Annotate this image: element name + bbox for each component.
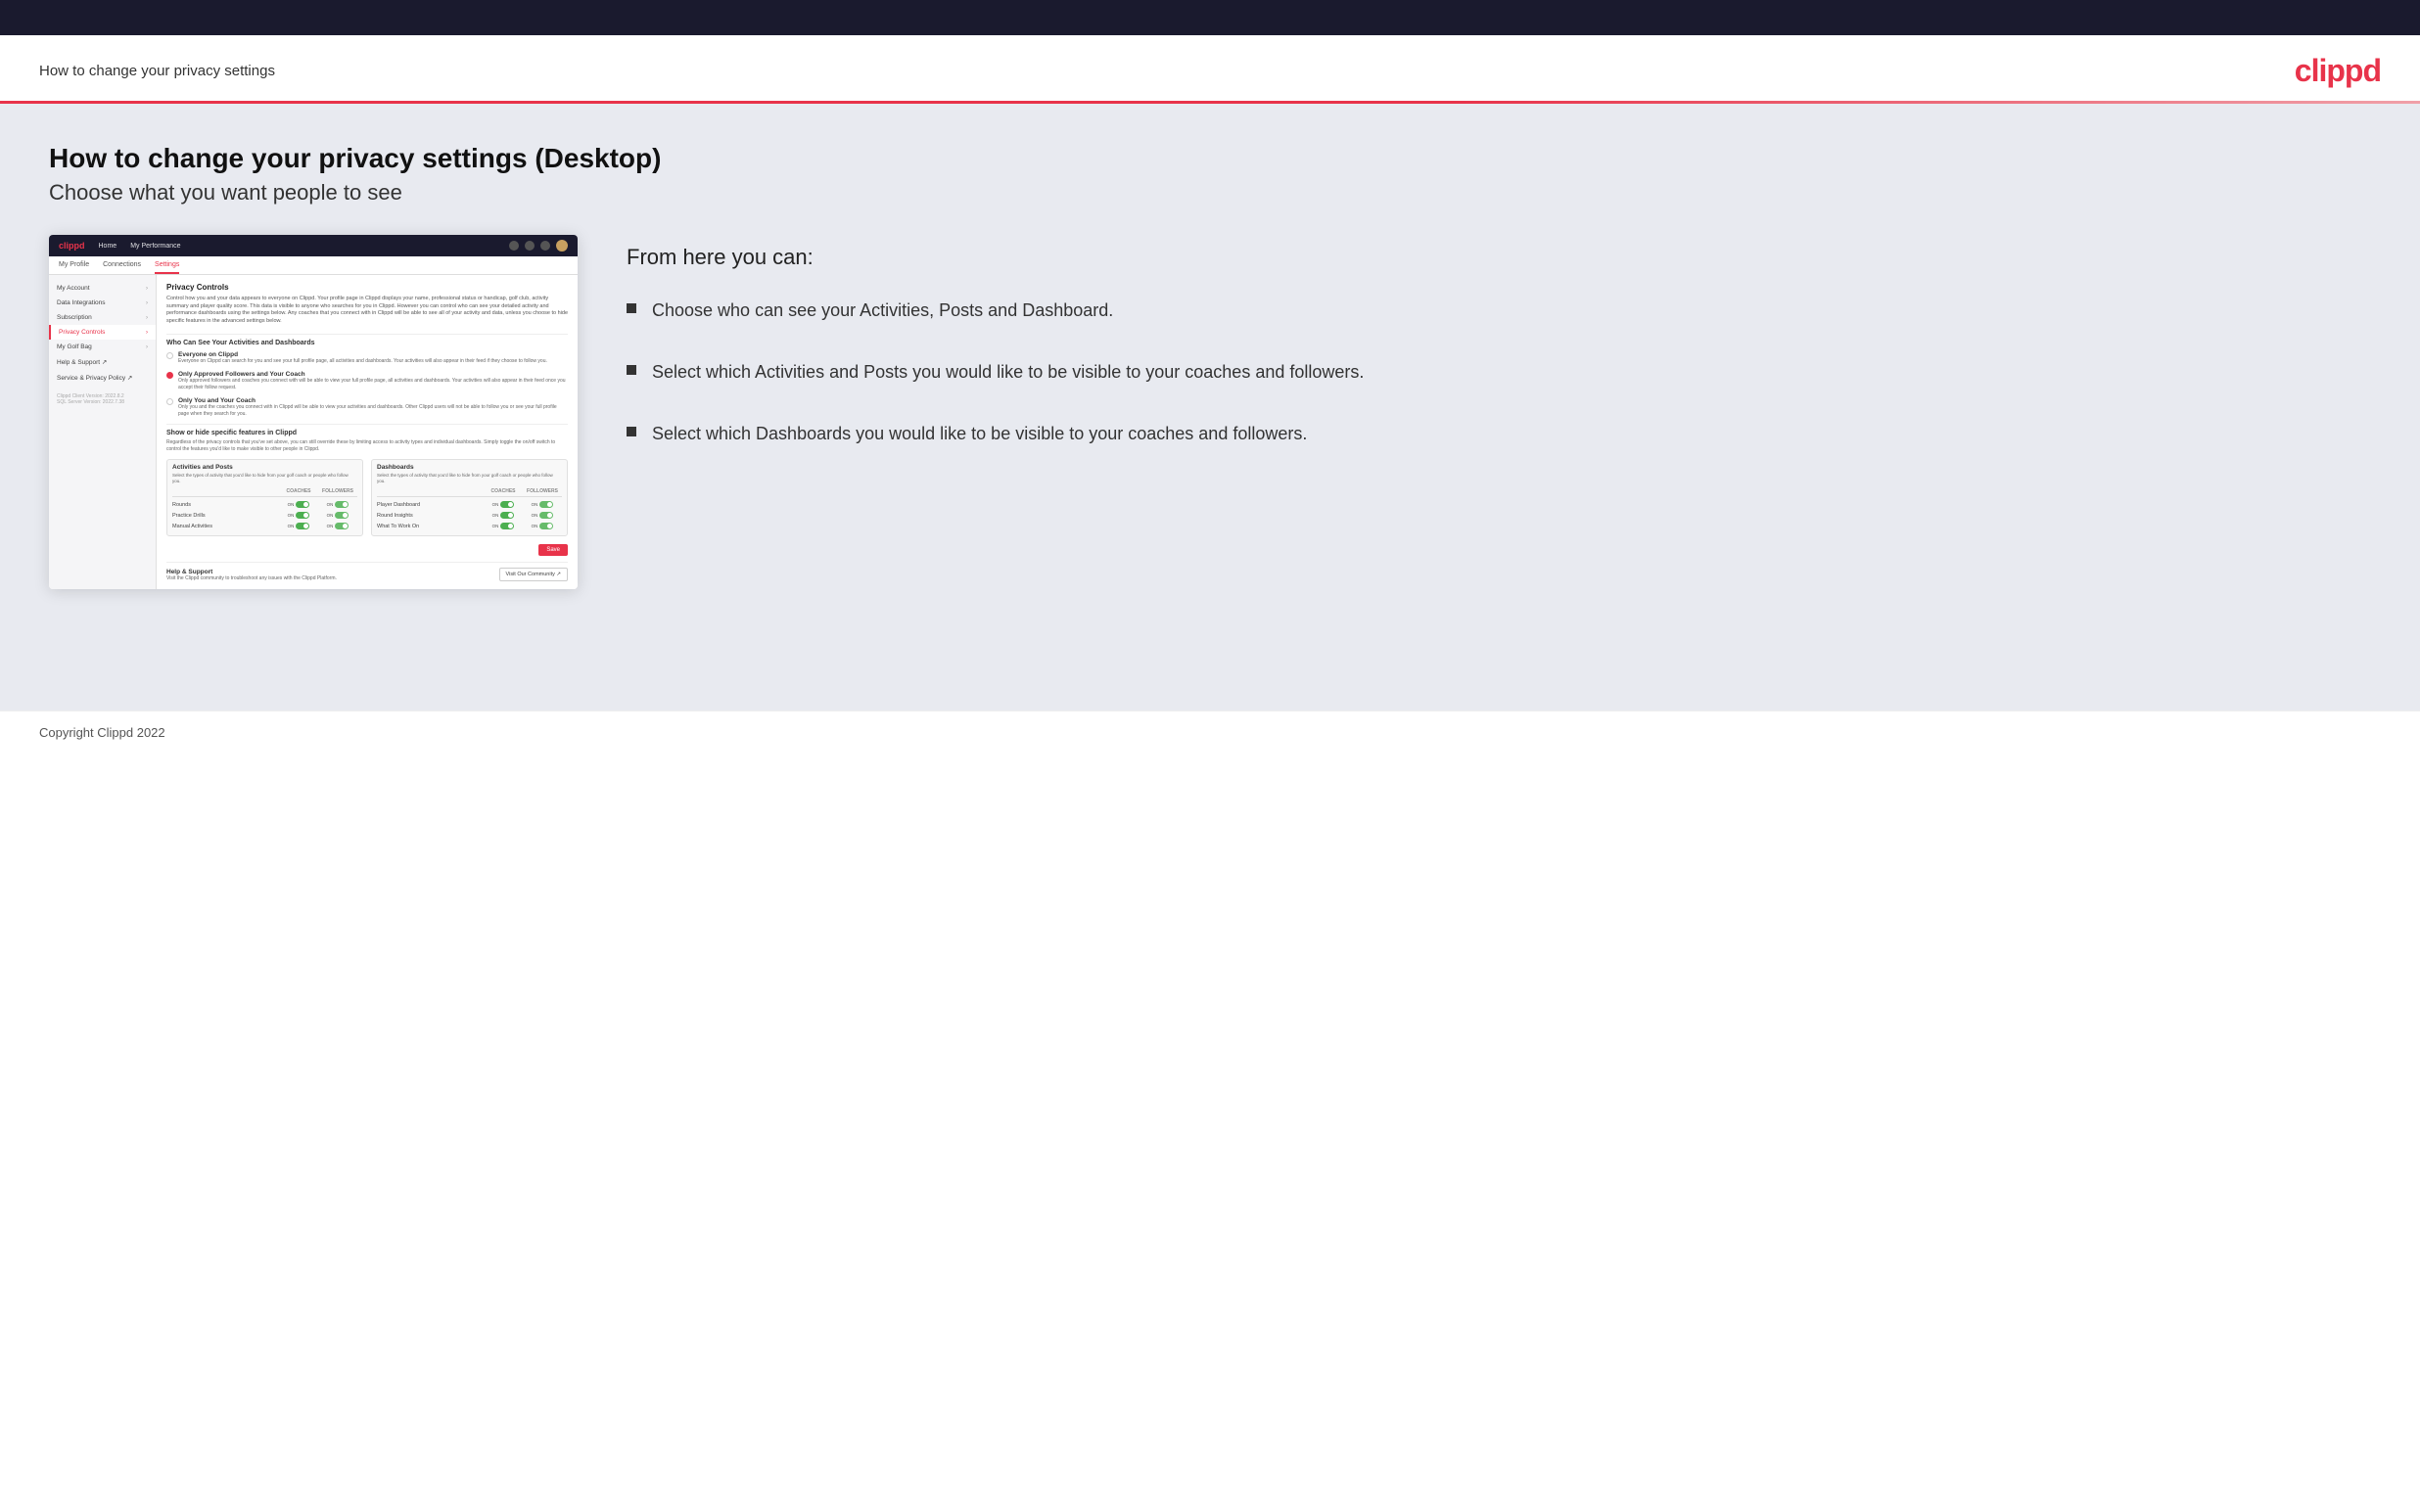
mock-activities-desc: Select the types of activity that you'd … xyxy=(172,473,357,485)
mock-toggle-manual-followers xyxy=(335,523,349,529)
mock-toggle-rounds-coaches xyxy=(296,501,309,508)
mock-toggle-player-coaches xyxy=(500,501,514,508)
mock-activities-title: Activities and Posts xyxy=(172,464,357,471)
mock-save-button[interactable]: Save xyxy=(538,544,568,556)
mock-sidebar-golf-bag: My Golf Bag› xyxy=(49,340,156,354)
footer: Copyright Clippd 2022 xyxy=(0,710,2420,754)
mock-radio-everyone-desc: Everyone on Clippd can search for you an… xyxy=(178,358,547,365)
mock-tab-connections: Connections xyxy=(103,261,141,274)
mock-toggle-tables: Activities and Posts Select the types of… xyxy=(166,459,568,537)
mock-dashboard-row-round: Round Insights ON ON xyxy=(377,510,562,521)
mock-dashboard-row-player: Player Dashboard ON ON xyxy=(377,499,562,510)
from-here-title: From here you can: xyxy=(627,245,2371,270)
bullet-square-3 xyxy=(627,427,636,436)
mock-help-left: Help & Support Visit the Clippd communit… xyxy=(166,569,337,581)
mock-radio-everyone-btn xyxy=(166,352,173,359)
bullet-item-3: Select which Dashboards you would like t… xyxy=(627,421,2371,447)
mock-dashboards-table: Dashboards Select the types of activity … xyxy=(371,459,568,537)
mock-radio-followers-desc: Only approved followers and coaches you … xyxy=(178,378,568,391)
mock-radio-coach-only-desc: Only you and the coaches you connect wit… xyxy=(178,404,568,418)
mock-toggle-player-followers xyxy=(539,501,553,508)
mock-tab-settings: Settings xyxy=(155,261,179,274)
bullet-list: Choose who can see your Activities, Post… xyxy=(627,298,2371,447)
mock-main-panel: Privacy Controls Control how you and you… xyxy=(157,275,578,589)
mock-toggle-round-coaches xyxy=(500,512,514,519)
mock-save-row: Save xyxy=(166,544,568,556)
bullet-item-1: Choose who can see your Activities, Post… xyxy=(627,298,2371,324)
mock-help-desc: Visit the Clippd community to troublesho… xyxy=(166,575,337,581)
logo: clippd xyxy=(2295,53,2381,89)
mock-nav-home: Home xyxy=(99,243,117,250)
mock-sidebar-subscription: Subscription› xyxy=(49,310,156,325)
header: How to change your privacy settings clip… xyxy=(0,35,2420,101)
mock-sidebar-privacy-policy: Service & Privacy Policy ↗ xyxy=(49,370,156,386)
mock-dashboard-row-workson: What To Work On ON ON xyxy=(377,521,562,531)
mock-nav: clippd Home My Performance xyxy=(49,235,578,256)
mock-show-hide-title: Show or hide specific features in Clippd xyxy=(166,424,568,436)
screenshot-mockup: clippd Home My Performance My Profile Co… xyxy=(49,235,578,589)
main-content: How to change your privacy settings (Des… xyxy=(0,104,2420,710)
mock-activity-row-drills: Practice Drills ON ON xyxy=(172,510,357,521)
mock-help-row: Help & Support Visit the Clippd communit… xyxy=(166,562,568,581)
mock-tab-profile: My Profile xyxy=(59,261,89,274)
mock-body: My Account› Data Integrations› Subscript… xyxy=(49,275,578,589)
mock-nav-performance: My Performance xyxy=(130,243,180,250)
mock-toggle-workson-followers xyxy=(539,523,553,529)
mock-sidebar-my-account: My Account› xyxy=(49,281,156,296)
mock-sidebar: My Account› Data Integrations› Subscript… xyxy=(49,275,157,589)
mock-show-hide-desc: Regardless of the privacy controls that … xyxy=(166,439,568,453)
mock-sidebar-data-integrations: Data Integrations› xyxy=(49,296,156,310)
mock-who-title: Who Can See Your Activities and Dashboar… xyxy=(166,334,568,346)
mock-sidebar-version: Clippd Client Version: 2022.8.2SQL Serve… xyxy=(49,386,156,409)
mock-radio-followers-label: Only Approved Followers and Your Coach xyxy=(178,371,568,378)
mock-help-title: Help & Support xyxy=(166,569,337,575)
mock-privacy-controls-desc: Control how you and your data appears to… xyxy=(166,296,568,326)
mock-dashboards-header: COACHES FOLLOWERS xyxy=(377,488,562,497)
bullet-text-1: Choose who can see your Activities, Post… xyxy=(652,298,1113,324)
mock-toggle-rounds-followers xyxy=(335,501,349,508)
mock-radio-coach-only-label: Only You and Your Coach xyxy=(178,397,568,404)
mock-activity-row-rounds: Rounds ON ON xyxy=(172,499,357,510)
mock-notif-icon xyxy=(540,241,550,251)
mock-nav-icons xyxy=(509,240,568,252)
mock-avatar xyxy=(556,240,568,252)
mock-tabs: My Profile Connections Settings xyxy=(49,256,578,275)
mock-radio-coach-only: Only You and Your Coach Only you and the… xyxy=(166,397,568,418)
mock-sidebar-help: Help & Support ↗ xyxy=(49,354,156,370)
mock-activities-header: COACHES FOLLOWERS xyxy=(172,488,357,497)
mock-toggle-drills-coaches xyxy=(296,512,309,519)
mock-toggle-round-followers xyxy=(539,512,553,519)
top-bar xyxy=(0,0,2420,35)
mock-radio-coach-only-btn xyxy=(166,398,173,405)
right-content: From here you can: Choose who can see yo… xyxy=(627,235,2371,482)
mock-activity-row-manual: Manual Activities ON ON xyxy=(172,521,357,531)
mock-activities-table: Activities and Posts Select the types of… xyxy=(166,459,363,537)
mock-visit-community-btn[interactable]: Visit Our Community ↗ xyxy=(499,568,568,581)
mock-privacy-controls-title: Privacy Controls xyxy=(166,283,568,292)
mock-radio-everyone-label: Everyone on Clippd xyxy=(178,351,547,358)
page-subheading: Choose what you want people to see xyxy=(49,180,2371,206)
mock-sidebar-privacy-controls: Privacy Controls› xyxy=(49,325,156,340)
mock-toggle-manual-coaches xyxy=(296,523,309,529)
footer-copyright: Copyright Clippd 2022 xyxy=(39,725,165,740)
mock-radio-followers: Only Approved Followers and Your Coach O… xyxy=(166,371,568,391)
header-title: How to change your privacy settings xyxy=(39,63,275,79)
page-heading: How to change your privacy settings (Des… xyxy=(49,143,2371,174)
mock-settings-icon xyxy=(525,241,535,251)
mock-radio-everyone: Everyone on Clippd Everyone on Clippd ca… xyxy=(166,351,568,365)
mock-radio-followers-btn xyxy=(166,372,173,379)
mock-dashboards-title: Dashboards xyxy=(377,464,562,471)
mock-dashboards-desc: Select the types of activity that you'd … xyxy=(377,473,562,485)
bullet-square-1 xyxy=(627,303,636,313)
mock-toggle-workson-coaches xyxy=(500,523,514,529)
bullet-square-2 xyxy=(627,365,636,375)
content-row: clippd Home My Performance My Profile Co… xyxy=(49,235,2371,589)
mock-logo: clippd xyxy=(59,241,85,251)
mock-search-icon xyxy=(509,241,519,251)
bullet-text-3: Select which Dashboards you would like t… xyxy=(652,421,1307,447)
bullet-item-2: Select which Activities and Posts you wo… xyxy=(627,359,2371,386)
bullet-text-2: Select which Activities and Posts you wo… xyxy=(652,359,1364,386)
mock-toggle-drills-followers xyxy=(335,512,349,519)
